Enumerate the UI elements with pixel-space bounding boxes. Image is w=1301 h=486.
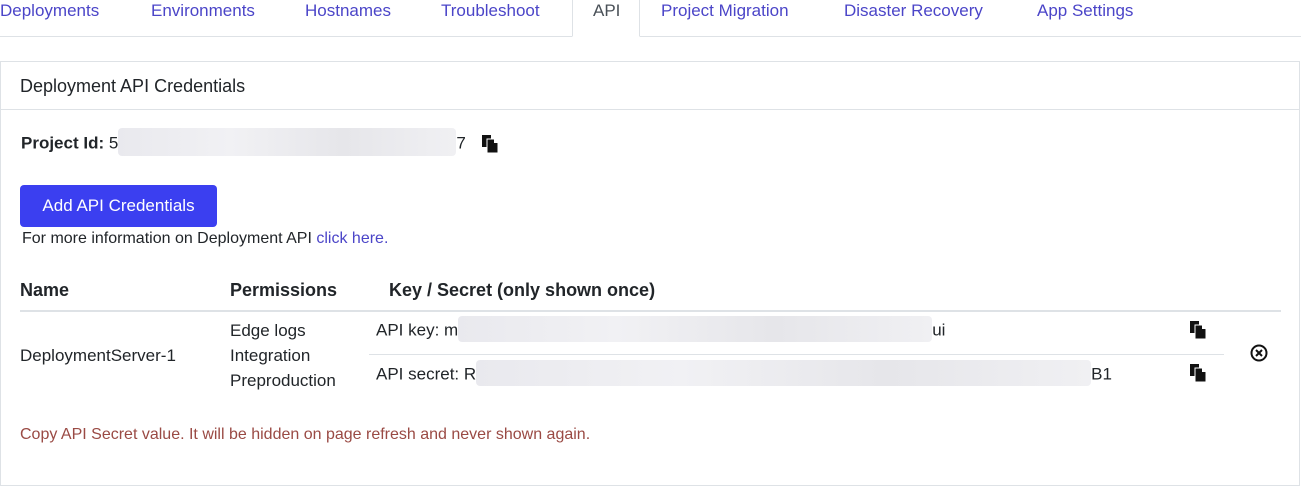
column-header-key-secret: Key / Secret (only shown once) — [389, 280, 656, 300]
tab-app-settings[interactable]: App Settings — [1037, 0, 1133, 36]
copy-api-secret-icon[interactable] — [1189, 363, 1207, 383]
copy-icon[interactable] — [481, 134, 499, 154]
column-header-permissions: Permissions — [230, 280, 338, 300]
api-secret-label: API secret: R — [376, 364, 477, 384]
tab-label: Project Migration — [661, 1, 789, 20]
panel-header: Deployment API Credentials — [1, 62, 1299, 110]
api-secret-suffix: B1 — [1091, 364, 1112, 384]
tab-label: API — [593, 1, 621, 20]
tab-troubleshoot[interactable]: Troubleshoot — [441, 0, 540, 36]
tab-disaster-recovery[interactable]: Disaster Recovery — [844, 0, 983, 36]
header-divider — [20, 310, 1281, 312]
permission-item: Edge logs — [230, 321, 306, 340]
project-id-row: Project Id: 5 7 — [21, 128, 499, 156]
tab-label: App Settings — [1037, 1, 1134, 20]
tab-label: Deployments — [0, 1, 100, 20]
redacted-project-id — [118, 128, 457, 156]
api-credentials-panel: Deployment API Credentials Project Id: 5… — [0, 61, 1300, 486]
tab-api[interactable]: API — [572, 0, 640, 37]
tab-label: Disaster Recovery — [844, 1, 983, 20]
redacted-api-key — [458, 316, 933, 342]
project-id-suffix: 7 — [456, 133, 466, 153]
tab-label: Hostnames — [305, 1, 391, 20]
tab-environments[interactable]: Environments — [151, 0, 255, 36]
tab-label: Environments — [151, 1, 255, 20]
api-key-suffix: ui — [932, 320, 946, 340]
credential-name: DeploymentServer-1 — [20, 346, 176, 365]
column-header-name: Name — [20, 280, 70, 300]
secret-warning: Copy API Secret value. It will be hidden… — [20, 426, 591, 443]
tab-project-migration[interactable]: Project Migration — [661, 0, 789, 36]
add-api-credentials-button[interactable]: Add API Credentials — [20, 185, 217, 227]
tab-hostnames[interactable]: Hostnames — [305, 0, 391, 36]
api-secret-row: API secret: R B1 — [376, 360, 1112, 386]
copy-api-key-icon[interactable] — [1189, 320, 1207, 340]
tab-label: Troubleshoot — [441, 1, 540, 20]
api-info-text: For more information on Deployment API c… — [22, 230, 388, 248]
tab-bar: Deployments Environments Hostnames Troub… — [0, 0, 1301, 37]
project-id-prefix: 5 — [108, 133, 119, 153]
permission-item: Preproduction — [230, 371, 336, 390]
permission-item: Integration — [230, 346, 311, 365]
panel-title: Deployment API Credentials — [20, 76, 246, 96]
project-id-label: Project Id: — [21, 133, 105, 153]
info-link[interactable]: click here. — [316, 230, 388, 247]
api-key-label: API key: m — [376, 320, 459, 340]
row-divider — [369, 354, 1224, 355]
api-key-row: API key: m ui — [376, 316, 946, 342]
info-text: For more information on Deployment API — [22, 230, 317, 247]
tab-deployments[interactable]: Deployments — [0, 0, 99, 36]
redacted-api-secret — [476, 360, 1092, 386]
delete-credential-icon[interactable] — [1250, 344, 1268, 362]
